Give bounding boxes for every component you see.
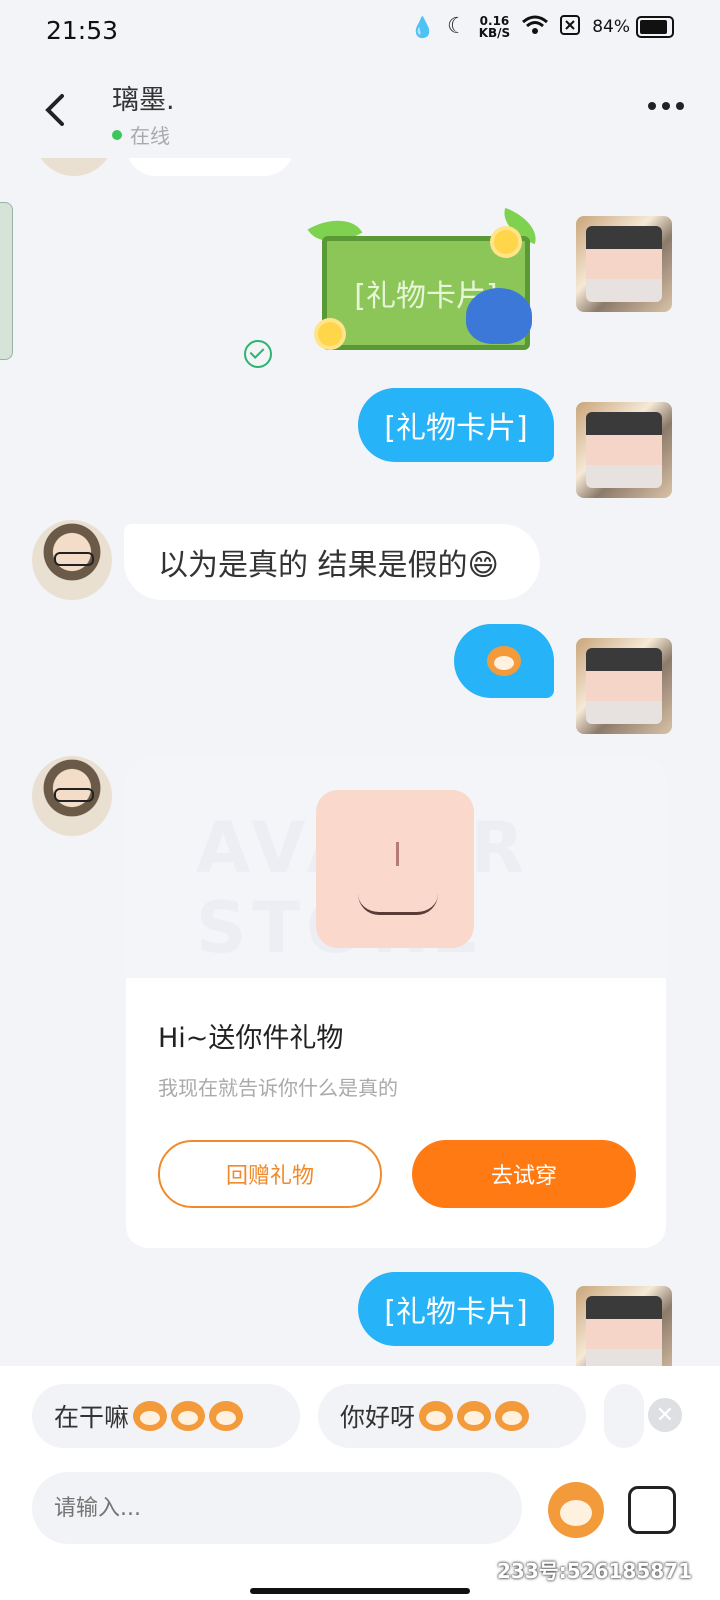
flower-decoration xyxy=(318,322,342,346)
input-panel: 在干嘛 你好呀 ✕ 233号:526185871 xyxy=(0,1366,720,1600)
online-status-label: 在线 xyxy=(130,124,170,148)
close-quick-replies-icon[interactable]: ✕ xyxy=(648,1398,682,1432)
avatar-other[interactable] xyxy=(32,520,112,600)
online-status: 在线 xyxy=(112,120,170,149)
battery: 84% xyxy=(592,15,674,38)
avatar-other[interactable] xyxy=(32,756,112,836)
message-bubble-partial xyxy=(126,158,294,176)
network-speed: 0.16 KB/S xyxy=(479,15,510,39)
back-button[interactable] xyxy=(40,90,76,130)
gift-item-face-image xyxy=(316,790,474,948)
status-bar: 21:53 💧 ☾ 0.16 KB/S 84% xyxy=(0,0,720,62)
online-dot-icon xyxy=(112,129,122,140)
gift-banner: AVATAR STORE xyxy=(126,758,666,978)
game-controller-icon[interactable] xyxy=(628,1486,676,1534)
try-on-button[interactable]: 去试穿 xyxy=(412,1140,636,1208)
chevron-left-icon xyxy=(45,94,64,126)
avatar-me[interactable] xyxy=(576,216,672,312)
message-bubble-other[interactable]: 以为是真的 结果是假的😄 xyxy=(124,524,540,600)
gift-subtitle: 我现在就告诉你什么是真的 xyxy=(158,1076,398,1100)
watermark-text: 233号:526185871 xyxy=(497,1559,692,1583)
network-speed-unit: KB/S xyxy=(478,25,511,40)
mascot-icon xyxy=(466,288,532,344)
battery-percent: 84% xyxy=(592,16,630,37)
message-bubble-me[interactable]: [礼物卡片] xyxy=(358,1272,554,1346)
read-check-icon xyxy=(244,340,272,368)
emoji-button[interactable] xyxy=(548,1482,604,1538)
flower-decoration xyxy=(494,230,518,254)
network-speed-value: 0.16 xyxy=(479,13,510,28)
chat-header: 璃墨. 在线 xyxy=(0,62,720,158)
monkey-emoji-icon xyxy=(495,1401,530,1431)
quick-reply-text: 你好呀 xyxy=(340,1403,416,1432)
message-bubble-me[interactable] xyxy=(454,624,554,698)
chat-messages[interactable]: [礼物卡片] [礼物卡片] 以为是真的 结果是假的😄 AVATAR STORE … xyxy=(0,158,720,1388)
home-indicator[interactable] xyxy=(250,1588,470,1594)
more-options-button[interactable] xyxy=(648,102,684,110)
monkey-emoji-icon xyxy=(171,1401,206,1431)
drop-icon: 💧 xyxy=(410,14,435,39)
monkey-emoji-icon xyxy=(487,646,521,676)
return-gift-button[interactable]: 回赠礼物 xyxy=(158,1140,382,1208)
status-icons: 💧 ☾ 0.16 KB/S 84% xyxy=(410,14,674,39)
sim-off-icon xyxy=(560,14,581,39)
avatar-me[interactable] xyxy=(576,638,672,734)
contact-name: 璃墨. xyxy=(112,85,175,116)
more-dot-icon xyxy=(662,102,670,110)
monkey-emoji-icon xyxy=(419,1401,454,1431)
battery-icon xyxy=(636,15,674,38)
moon-icon: ☾ xyxy=(446,14,467,39)
quick-reply-text: 在干嘛 xyxy=(54,1403,130,1432)
avatar-other[interactable] xyxy=(34,158,114,176)
avatar-me[interactable] xyxy=(576,402,672,498)
message-bubble-me[interactable]: [礼物卡片] xyxy=(358,388,554,462)
message-text: 以为是真的 结果是假的😄 xyxy=(158,548,499,583)
more-dot-icon xyxy=(676,102,684,110)
monkey-emoji-icon xyxy=(457,1401,492,1431)
quick-reply-chip[interactable]: 在干嘛 xyxy=(32,1384,300,1448)
wifi-icon xyxy=(522,15,549,39)
quick-reply-chip-partial[interactable] xyxy=(604,1384,644,1448)
message-input[interactable] xyxy=(32,1472,522,1544)
monkey-emoji-icon xyxy=(209,1401,244,1431)
monkey-emoji-icon xyxy=(133,1401,168,1431)
message-text: [礼物卡片] xyxy=(384,1295,528,1330)
quick-reply-chip[interactable]: 你好呀 xyxy=(318,1384,586,1448)
more-dot-icon xyxy=(648,102,656,110)
status-time: 21:53 xyxy=(46,16,119,45)
gift-card[interactable]: AVATAR STORE Hi~送你件礼物 我现在就告诉你什么是真的 回赠礼物 … xyxy=(126,758,666,1248)
gift-title: Hi~送你件礼物 xyxy=(158,1023,344,1054)
message-text: [礼物卡片] xyxy=(384,411,528,446)
